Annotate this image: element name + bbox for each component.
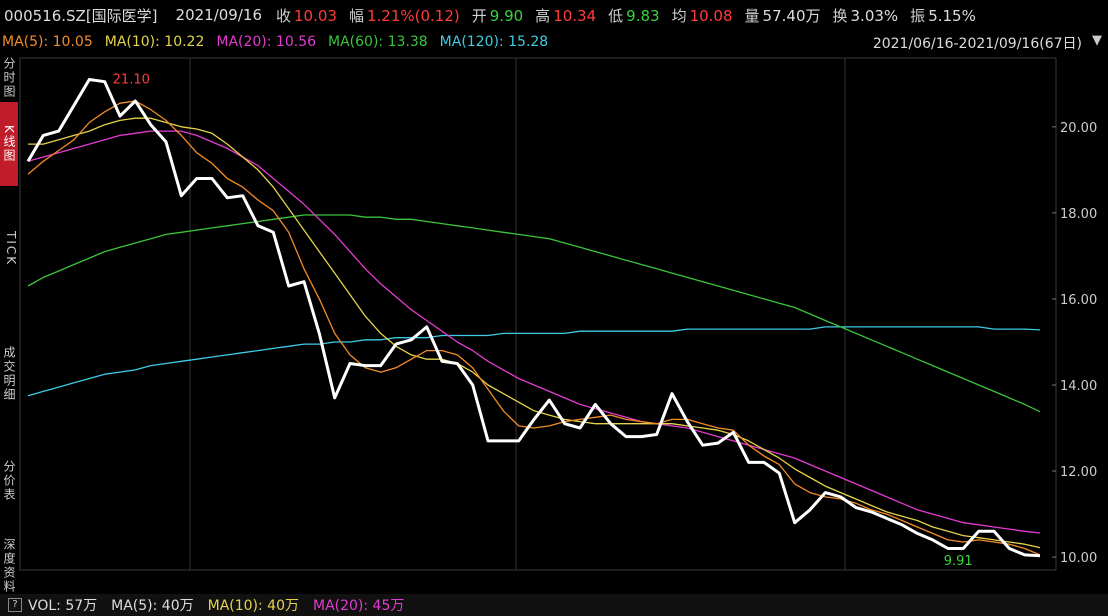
- y-tick-label: 14.00: [1060, 379, 1097, 394]
- quote-label: 换: [832, 6, 848, 25]
- y-tick-label: 12.00: [1060, 465, 1097, 480]
- stock-code[interactable]: 000516.SZ[国际医学]: [4, 5, 158, 26]
- series-line-close: [26, 78, 1041, 558]
- series-line-ma5: [27, 100, 1041, 556]
- quote-value: 57.40万: [762, 6, 821, 25]
- y-tick-label: 20.00: [1060, 121, 1097, 136]
- quote-label: 振: [910, 6, 926, 25]
- quote-value: 10.08: [689, 6, 733, 25]
- range-dropdown-icon[interactable]: ▼: [1092, 33, 1102, 48]
- sidebar: 分时图 K线图 TICK 成交明细 分价表 深度资料: [0, 54, 18, 594]
- ma-legend-item: MA(10): 10.22: [104, 34, 205, 50]
- quote-item: 开 9.90: [472, 7, 523, 25]
- date-range[interactable]: 2021/06/16-2021/09/16(67日): [873, 33, 1082, 53]
- ma-legend-item: MA(5): 10.05: [2, 34, 93, 50]
- quote-label: 高: [535, 6, 551, 25]
- quote-label: 均: [671, 6, 687, 25]
- quote-date: 2021/09/16: [175, 6, 262, 24]
- quote-value: 5.15%: [928, 6, 976, 25]
- volume-bar: ? VOL: 57万 MA(5): 40万 MA(10): 40万 MA(20): 4…: [0, 594, 1108, 616]
- ma-legend-item: MA(60): 13.38: [328, 34, 428, 50]
- volume-legend-item: VOL: 57万: [28, 598, 98, 614]
- quote-item: 低 9.83: [608, 7, 659, 25]
- series-line-ma60: [27, 214, 1041, 413]
- plot-frame: [19, 57, 1057, 571]
- kline-chart[interactable]: 20.00 18.00 16.00 14.00 12.00 10.00 21.10 9.91: [18, 54, 1108, 594]
- quote-label: 幅: [348, 6, 364, 25]
- quote-value: 1.21%(0.12): [366, 6, 460, 25]
- quote-item: 振 5.15%: [910, 7, 976, 25]
- price-annotation: 21.10: [113, 73, 150, 88]
- ma-legend-item: MA(120): 15.28: [439, 34, 549, 50]
- sidebar-item-depth[interactable]: 深度资料: [0, 538, 18, 594]
- quote-item: 收 10.03: [276, 7, 337, 25]
- quote-label: 量: [744, 6, 760, 25]
- quote-item: 量 57.40万: [745, 7, 821, 25]
- quote-value: 10.34: [553, 6, 597, 25]
- quote-label: 收: [276, 6, 292, 25]
- sidebar-item-timeshare[interactable]: 分时图: [0, 54, 18, 102]
- ma-legend-items: MA(5): 10.05 MA(10): 10.22 MA(20): 10.56 MA…: [2, 34, 560, 50]
- price-annotation: 9.91: [944, 554, 973, 569]
- volume-toggle-button[interactable]: ?: [8, 598, 22, 612]
- y-tick-label: 10.00: [1060, 551, 1097, 566]
- quote-value: 9.83: [626, 6, 660, 25]
- quote-value: 3.03%: [850, 6, 899, 25]
- quote-item: 高 10.34: [535, 7, 596, 25]
- volume-legend-item: MA(10): 40万: [207, 598, 299, 614]
- sidebar-item-trades[interactable]: 成交明细: [0, 322, 18, 426]
- sidebar-item-price-table[interactable]: 分价表: [0, 446, 18, 516]
- quote-item: 幅 1.21%(0.12): [349, 7, 460, 25]
- volume-legend-item: MA(5): 40万: [111, 598, 194, 614]
- quote-label: 开: [471, 6, 487, 25]
- volume-legend: VOL: 57万 MA(5): 40万 MA(10): 40万 MA(20): 45万: [28, 595, 418, 615]
- ma-legend-item: MA(20): 10.56: [216, 34, 317, 50]
- y-tick-label: 18.00: [1060, 207, 1097, 222]
- sidebar-item-kline[interactable]: K线图: [0, 102, 18, 186]
- quote-label: 低: [608, 6, 624, 25]
- quote-value: 10.03: [294, 6, 337, 25]
- y-tick-label: 16.00: [1060, 293, 1097, 308]
- quote-value: 9.90: [489, 6, 524, 25]
- quote-header: 000516.SZ[国际医学] 2021/09/16 收 10.03 幅 1.21%(…: [0, 0, 1108, 30]
- quote-values: 收 10.03 幅 1.21%(0.12) 开 9.90 高 10.34 低 9.83 均 10.08…: [276, 5, 988, 26]
- volume-legend-item: MA(20): 45万: [313, 598, 405, 614]
- quote-item: 换 3.03%: [833, 7, 899, 25]
- sidebar-item-tick[interactable]: TICK: [0, 204, 18, 294]
- quote-item: 均 10.08: [672, 7, 733, 25]
